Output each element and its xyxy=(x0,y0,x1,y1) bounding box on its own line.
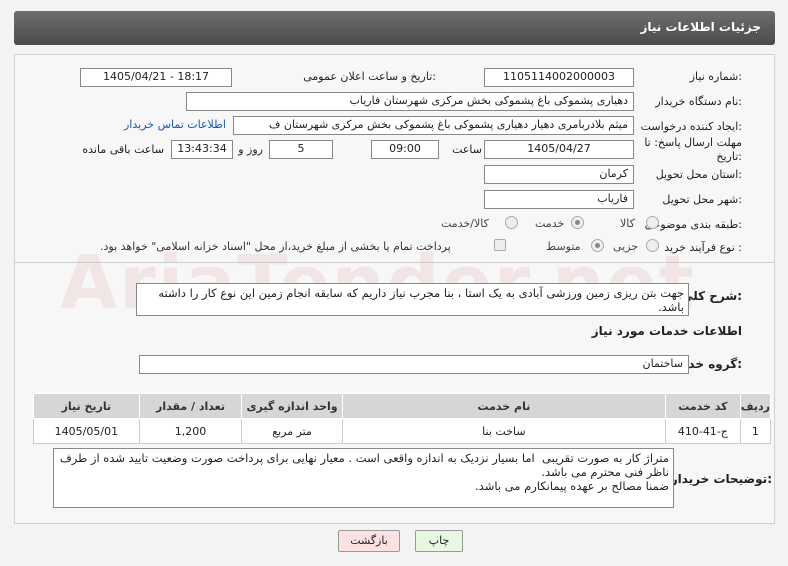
col-unit: واحد اندازه گیری xyxy=(241,393,343,419)
category-radio-goods-service[interactable] xyxy=(505,216,518,229)
province-label: استان محل تحویل: xyxy=(655,168,742,181)
cell-service-code: ج-41-410 xyxy=(664,418,741,444)
deadline-label-date: تاریخ: xyxy=(716,150,742,163)
process-radio-minor[interactable] xyxy=(646,239,659,252)
announce-label: تاریخ و ساعت اعلان عمومی: xyxy=(303,70,436,83)
days-field[interactable]: 5 xyxy=(269,140,333,159)
process-label: نوع فرآیند خرید : xyxy=(664,241,742,254)
remaining-label: ساعت باقی مانده xyxy=(82,143,164,156)
print-button[interactable]: چاپ xyxy=(415,530,463,552)
category-option-goods: کالا xyxy=(620,217,635,230)
page-header: جزئیات اطلاعات نیاز xyxy=(14,11,775,45)
col-quantity: تعداد / مقدار xyxy=(138,393,243,419)
services-section-title: اطلاعات خدمات مورد نیاز xyxy=(591,324,742,338)
city-label: شهر محل تحویل: xyxy=(662,193,742,206)
buyer-notes-label: توضیحات خریدار: xyxy=(670,472,772,486)
buyer-notes-textarea[interactable]: متراژ کار به صورت تقریبی اما بسیار نزدیک… xyxy=(53,448,674,508)
process-option-minor: جزیی xyxy=(613,240,639,253)
category-radio-goods[interactable] xyxy=(646,216,659,229)
cell-unit: متر مربع xyxy=(241,418,343,444)
table-row[interactable]: 1 ج-41-410 ساخت بنا متر مربع 1,200 1405/… xyxy=(33,418,772,444)
deadline-date-field[interactable]: 1405/04/27 xyxy=(484,140,634,159)
process-radio-medium[interactable] xyxy=(591,239,604,252)
category-label: طبقه بندی موضوعی: xyxy=(644,218,742,231)
buyer-org-label: نام دستگاه خریدار: xyxy=(655,95,742,108)
category-option-service: خدمت xyxy=(535,217,565,230)
back-button[interactable]: بازگشت xyxy=(338,530,400,552)
page-title: جزئیات اطلاعات نیاز xyxy=(640,20,761,34)
deadline-label: مهلت ارسال پاسخ: تا xyxy=(644,136,742,149)
buyer-contact-link[interactable]: اطلاعات تماس خریدار xyxy=(124,118,226,131)
cell-need-date: 1405/05/01 xyxy=(33,418,140,444)
col-need-date: تاریخ نیاز xyxy=(33,393,140,419)
process-option-medium: متوسط xyxy=(546,240,581,253)
creator-label: ایجاد کننده درخواست: xyxy=(640,120,742,133)
col-service-code: کد خدمت xyxy=(664,393,741,419)
buyer-org-field[interactable]: دهیاری پشموکی باغ پشموکی بخش مرکزی شهرست… xyxy=(186,92,634,111)
creator-field[interactable]: میثم بلادربامری دهیار دهیاری پشموکی باغ … xyxy=(233,116,634,135)
need-number-field[interactable]: 1105114002000003 xyxy=(484,68,634,87)
category-radio-service[interactable] xyxy=(571,216,584,229)
col-row: ردیف xyxy=(739,393,772,419)
divider xyxy=(14,262,775,263)
announce-datetime-field[interactable]: 1405/04/21 - 18:17 xyxy=(80,68,232,87)
treasury-payment-note: پرداخت تمام یا بخشی از مبلغ خرید،از محل … xyxy=(100,240,451,253)
category-option-goods-service: کالا/خدمت xyxy=(441,217,489,230)
province-field[interactable]: کرمان xyxy=(484,165,634,184)
col-service-name: نام خدمت xyxy=(341,393,666,419)
table-header-row: ردیف کد خدمت نام خدمت واحد اندازه گیری ت… xyxy=(33,393,772,419)
deadline-time-field[interactable]: 09:00 xyxy=(371,140,439,159)
cell-row: 1 xyxy=(739,418,772,444)
remaining-time-field[interactable]: 13:43:34 xyxy=(171,140,233,159)
treasury-payment-checkbox[interactable] xyxy=(494,239,506,251)
city-field[interactable]: فاریاب xyxy=(484,190,634,209)
cell-quantity: 1,200 xyxy=(138,418,243,444)
services-table: ردیف کد خدمت نام خدمت واحد اندازه گیری ت… xyxy=(33,393,772,444)
cell-service-name: ساخت بنا xyxy=(341,418,666,444)
summary-textarea[interactable]: جهت بتن ریزی زمین ورزشی آبادی به یک استا… xyxy=(136,283,689,316)
deadline-time-label: ساعت xyxy=(452,143,482,156)
days-label: روز و xyxy=(238,143,263,156)
need-number-label: شماره نیاز: xyxy=(689,70,742,83)
service-group-field[interactable]: ساختمان xyxy=(139,355,689,374)
